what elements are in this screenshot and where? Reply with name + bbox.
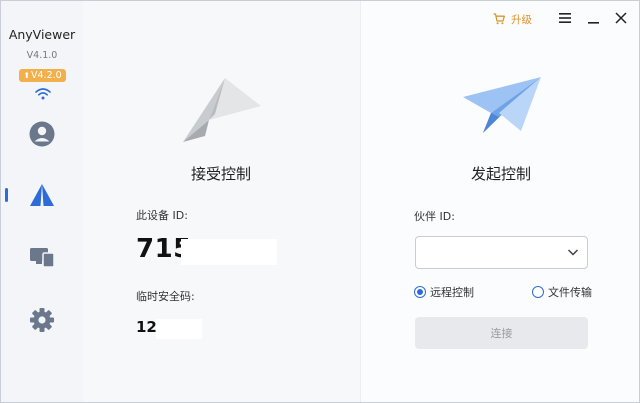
nav-item-account[interactable]	[1, 114, 83, 154]
paper-plane-gray-icon	[183, 78, 261, 142]
update-version-label: V4.2.0	[31, 70, 62, 81]
radio-selected-icon	[414, 286, 426, 298]
connect-button[interactable]: 连接	[415, 317, 588, 349]
nav-item-settings[interactable]	[1, 300, 83, 340]
remote-control-icon	[30, 184, 54, 206]
settings-icon	[30, 308, 54, 332]
radio-remote-control[interactable]: 远程控制	[414, 284, 474, 300]
cart-icon	[493, 13, 505, 25]
radio-file-transfer[interactable]: 文件传输	[532, 284, 592, 300]
radio-remote-control-label: 远程控制	[430, 286, 474, 299]
close-icon	[615, 12, 627, 24]
redaction-mask	[181, 239, 277, 265]
radio-file-transfer-label: 文件传输	[548, 286, 592, 299]
wifi-icon	[35, 88, 51, 100]
accept-control-title: 接受控制	[190, 165, 251, 183]
update-version-badge[interactable]: ⬆V4.2.0	[19, 69, 66, 82]
upgrade-label: 升级	[511, 13, 532, 26]
chevron-down-icon[interactable]	[567, 246, 579, 258]
app-name: AnyViewer	[8, 27, 76, 42]
app-window: AnyViewer V4.1.0 ⬆V4.2.0 升级 接受控制 此设备 ID:…	[0, 0, 640, 403]
app-version: V4.1.0	[26, 50, 58, 61]
paper-plane-blue-icon	[463, 77, 541, 133]
sidebar: AnyViewer V4.1.0 ⬆V4.2.0	[1, 1, 83, 402]
temp-code-label: 临时安全码:	[136, 290, 195, 303]
minimize-icon	[588, 22, 599, 24]
redaction-mask	[156, 319, 202, 339]
minimize-button[interactable]	[586, 10, 602, 26]
radio-unselected-icon	[532, 286, 544, 298]
connect-label: 连接	[490, 327, 513, 340]
temp-code-value: 12	[136, 318, 157, 336]
accept-control-pane	[83, 1, 361, 402]
up-arrow-icon: ⬆	[23, 71, 31, 80]
devices-icon	[30, 248, 55, 268]
partner-id-label: 伙伴 ID:	[414, 210, 455, 223]
partner-id-input[interactable]	[415, 236, 588, 269]
initiate-control-title: 发起控制	[470, 165, 531, 183]
hamburger-icon	[559, 13, 571, 23]
menu-button[interactable]	[557, 10, 573, 26]
user-icon	[29, 121, 55, 147]
close-button[interactable]	[613, 10, 629, 26]
nav-item-remote-control[interactable]	[1, 175, 83, 215]
device-id-label: 此设备 ID:	[136, 209, 188, 222]
nav-item-devices[interactable]	[1, 237, 83, 277]
upgrade-button[interactable]: 升级	[493, 12, 532, 26]
